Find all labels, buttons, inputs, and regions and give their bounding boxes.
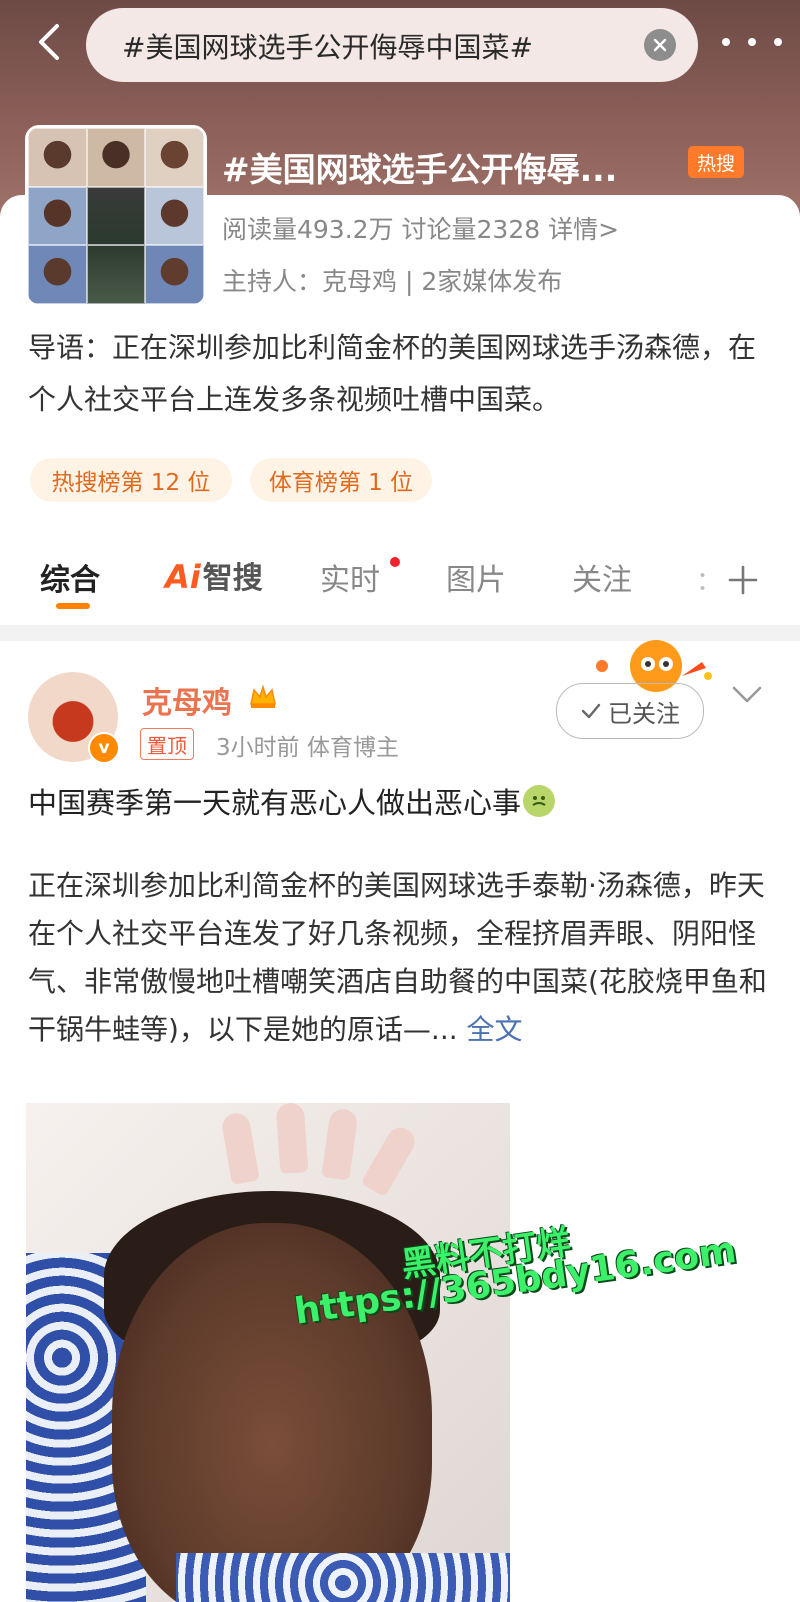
tab-overflow-hint: ： xyxy=(696,567,723,597)
topic-host[interactable]: 主持人：克母鸡 | 2家媒体发布 xyxy=(222,262,562,298)
tab-following[interactable]: 关注 xyxy=(572,555,632,599)
post-meta: 3小时前 体育博主 xyxy=(216,735,399,761)
back-button[interactable] xyxy=(28,20,72,64)
search-bar[interactable]: #美国网球选手公开侮辱中国菜# xyxy=(86,8,698,82)
check-icon xyxy=(581,703,601,719)
topic-cover-image[interactable] xyxy=(25,125,207,307)
verified-badge-icon: v xyxy=(88,732,120,764)
post-username[interactable]: 克母鸡 xyxy=(142,678,232,722)
topic-intro: 导语：正在深圳参加比利简金杯的美国网球选手汤森德，在个人社交平台上连发多条视频吐… xyxy=(28,331,757,416)
more-dots-icon xyxy=(722,38,730,46)
sports-rank-chip[interactable]: 体育榜第 1 位 xyxy=(250,458,432,502)
back-arrow-icon xyxy=(39,24,59,60)
tab-realtime[interactable]: 实时 xyxy=(320,555,380,599)
read-more-link[interactable]: 全文 xyxy=(467,1013,523,1046)
clear-search-button[interactable] xyxy=(644,29,676,61)
pinned-badge: 置顶 xyxy=(140,728,194,760)
hot-search-badge: 热搜 xyxy=(688,146,744,178)
nausea-face-icon xyxy=(523,785,556,817)
search-input[interactable]: #美国网球选手公开侮辱中国菜# xyxy=(122,26,533,66)
tab-comprehensive[interactable]: 综合 xyxy=(40,555,100,599)
tab-ai-search[interactable]: Ai 智搜 xyxy=(165,553,263,597)
post-body-text: 正在深圳参加比利简金杯的美国网球选手泰勒·汤森德，昨天在个人社交平台连发了好几条… xyxy=(28,869,767,1046)
topic-stats[interactable]: 阅读量493.2万 讨论量2328 详情> xyxy=(222,210,619,246)
tab-bar: 综合 Ai 智搜 实时 图片 关注 ： xyxy=(0,545,800,615)
new-content-dot xyxy=(390,557,400,567)
chevron-down-icon[interactable] xyxy=(730,680,764,710)
active-tab-indicator xyxy=(56,603,90,609)
follow-label: 已关注 xyxy=(608,699,680,728)
post-body: 正在深圳参加比利简金杯的美国网球选手泰勒·汤森德，昨天在个人社交平台连发了好几条… xyxy=(28,862,772,1054)
more-options-button[interactable] xyxy=(722,20,782,64)
post-headline: 中国赛季第一天就有恶心人做出恶心事 xyxy=(28,780,556,822)
follow-button[interactable]: 已关注 xyxy=(556,683,704,739)
ai-search-label: 智搜 xyxy=(202,561,263,596)
hot-search-rank-chip[interactable]: 热搜榜第 12 位 xyxy=(30,458,232,502)
tab-images[interactable]: 图片 xyxy=(446,555,506,599)
topic-title: #美国网球选手公开侮辱... xyxy=(222,150,618,189)
clear-icon xyxy=(653,38,667,52)
crown-icon xyxy=(250,684,276,708)
post-image[interactable] xyxy=(26,1103,510,1602)
plus-icon[interactable] xyxy=(726,563,760,597)
ai-logo: Ai xyxy=(165,558,201,596)
post-headline-text: 中国赛季第一天就有恶心人做出恶心事 xyxy=(28,786,522,820)
